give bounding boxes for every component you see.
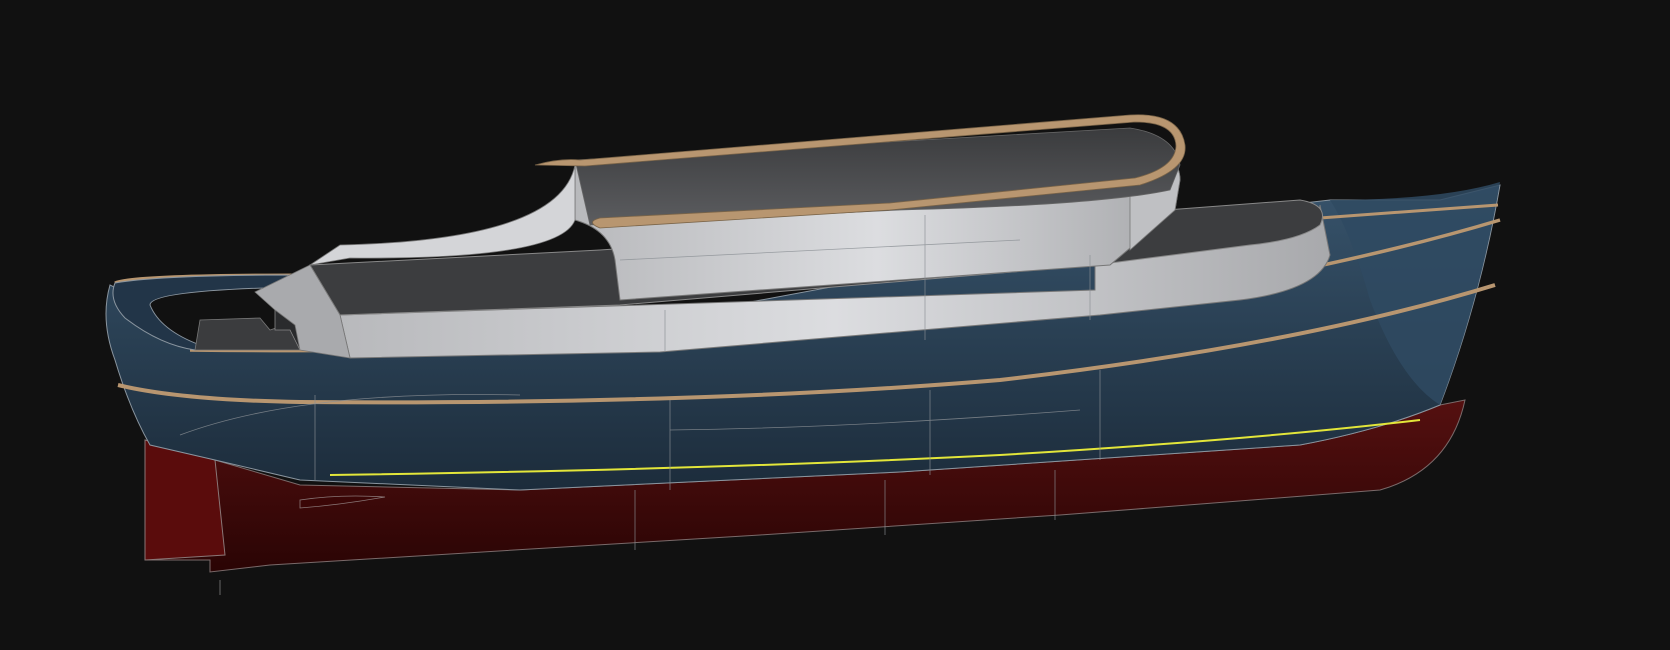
render-viewport	[0, 0, 1670, 650]
boat-render	[0, 0, 1670, 650]
